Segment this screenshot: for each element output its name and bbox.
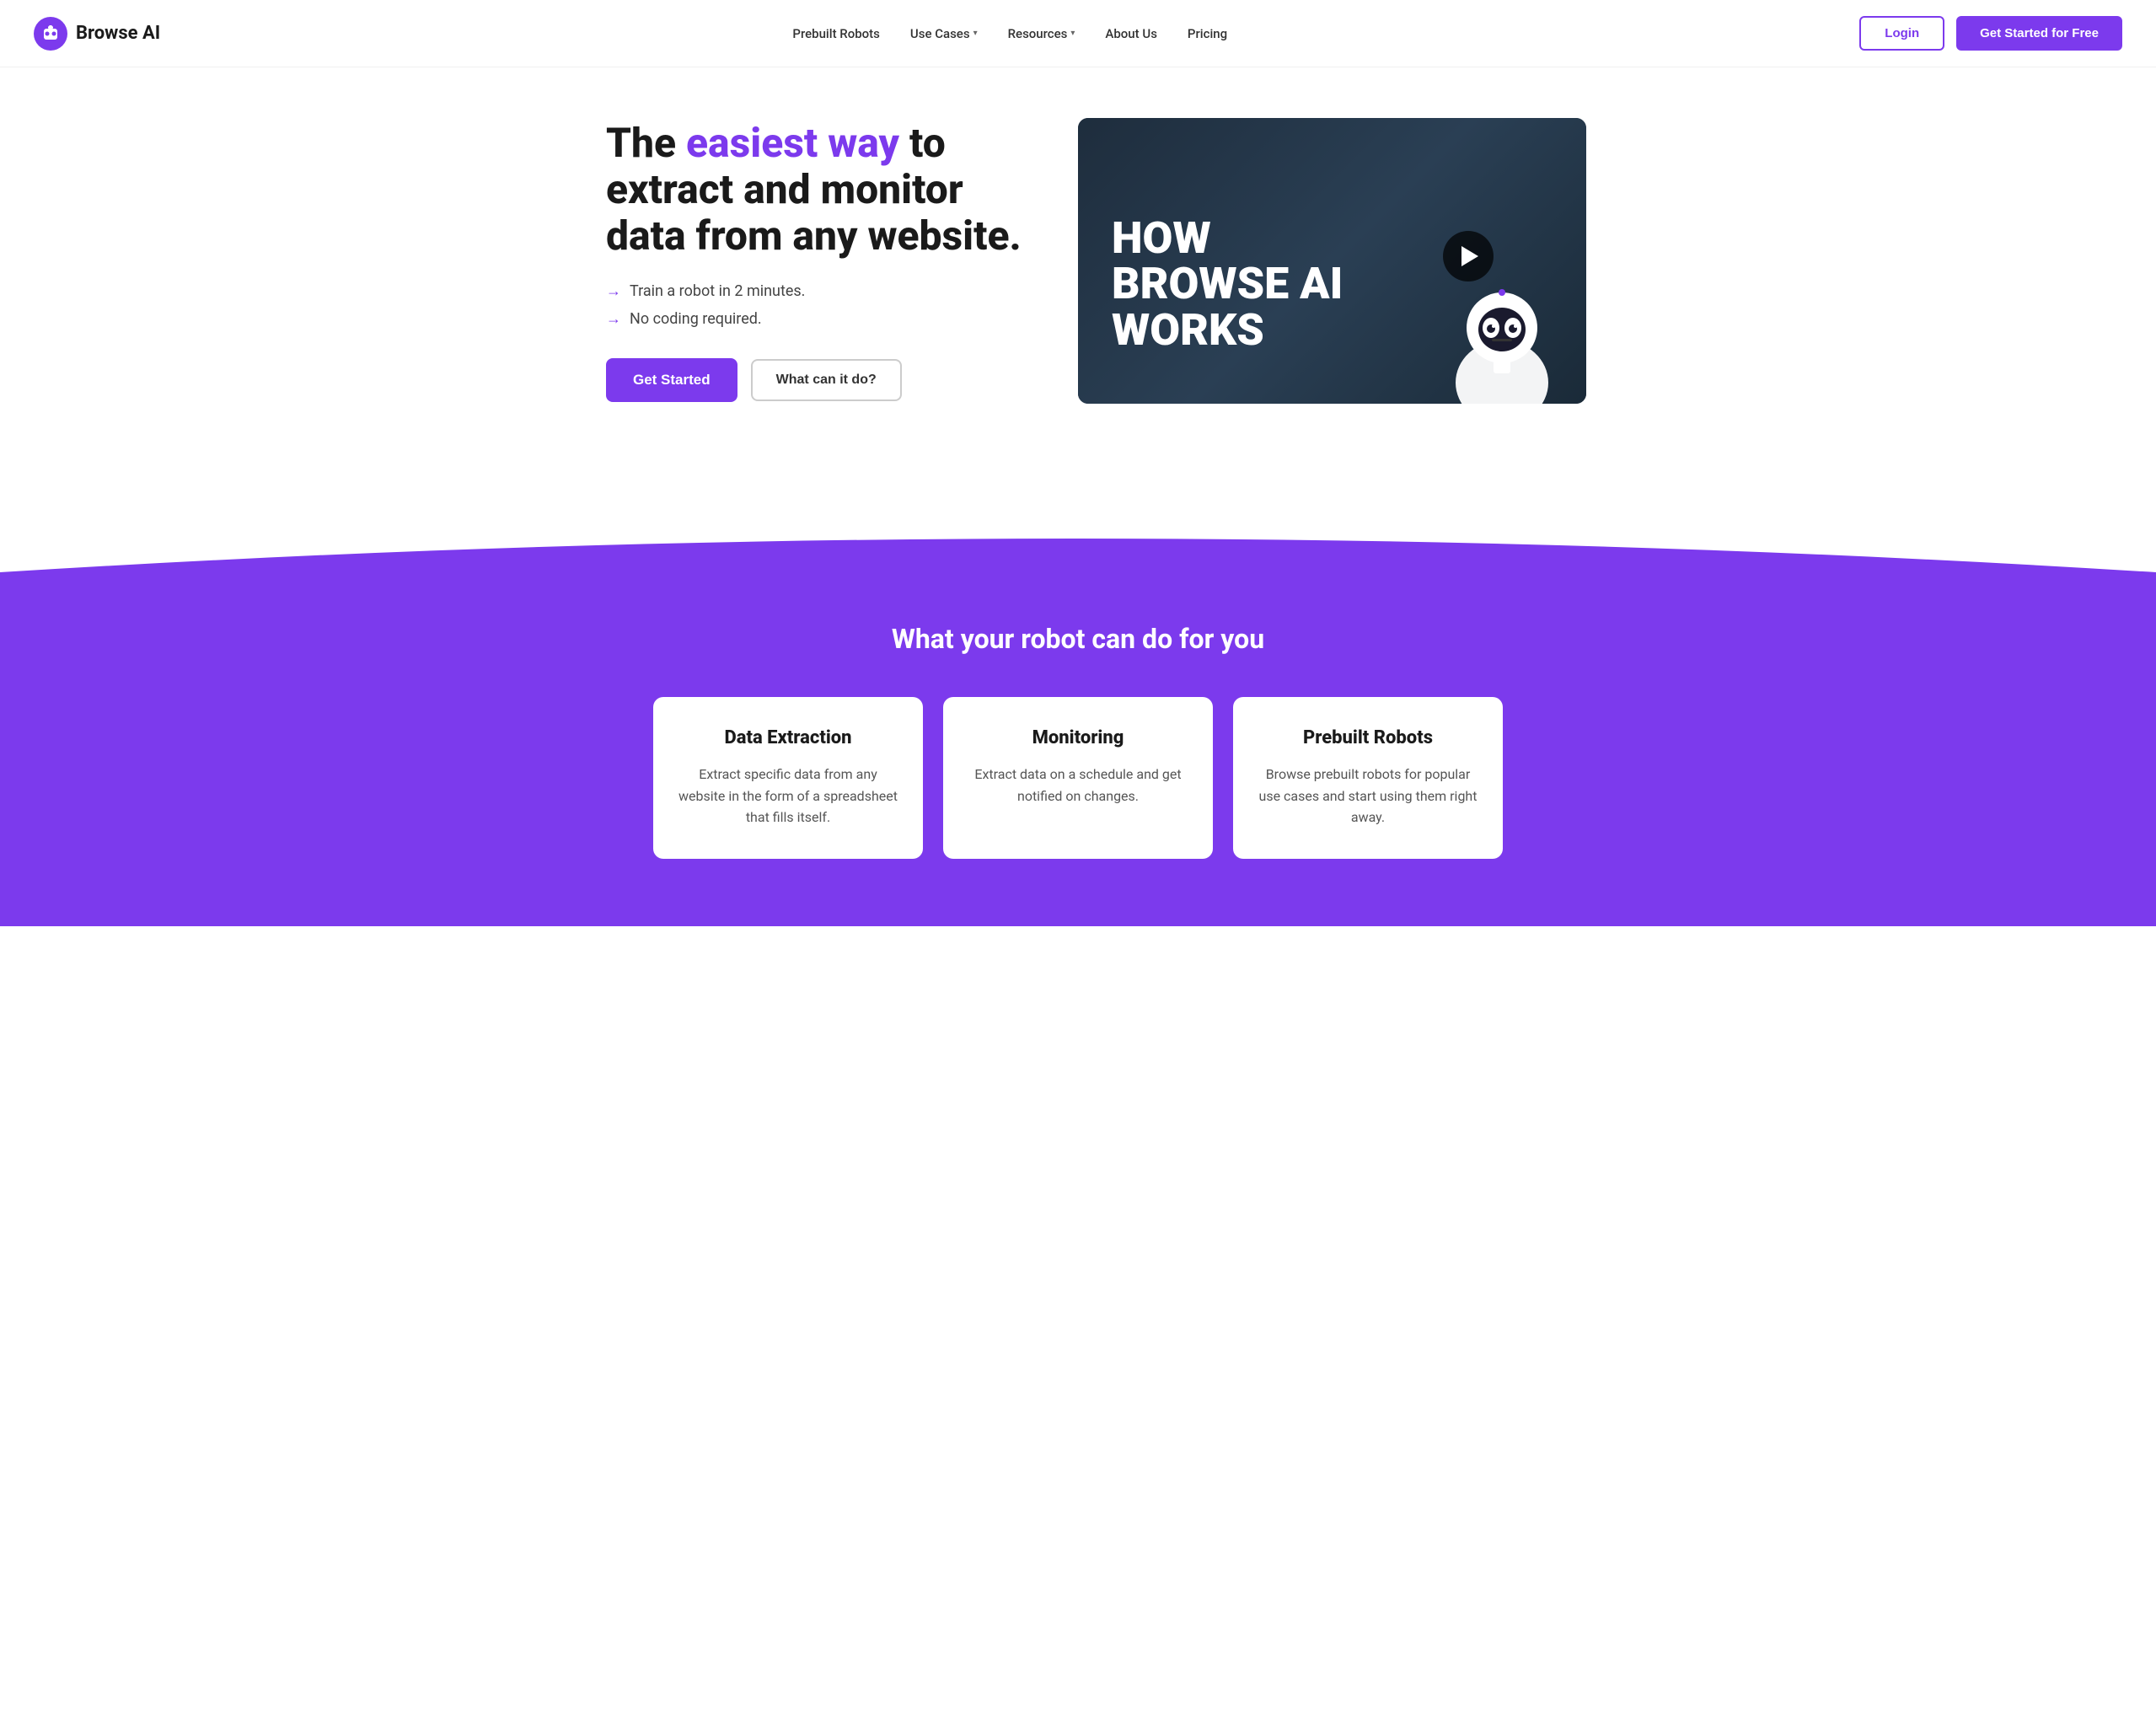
arrow-right-icon: → xyxy=(606,282,621,300)
video-container[interactable]: HOW BROWSE AI WORKS xyxy=(1078,118,1586,404)
hero-title-highlight: easiest way xyxy=(686,119,899,167)
nav-links: Prebuilt Robots Use Cases ▾ Resources ▾ … xyxy=(792,26,1227,41)
nav-link-pricing[interactable]: Pricing xyxy=(1188,26,1227,41)
card-monitoring: Monitoring Extract data on a schedule an… xyxy=(943,697,1213,859)
navbar: Browse AI Prebuilt Robots Use Cases ▾ Re… xyxy=(0,0,2156,67)
nav-link-resources[interactable]: Resources ▾ xyxy=(1008,26,1075,41)
purple-content: What your robot can do for you Data Extr… xyxy=(0,572,2156,926)
card-desc-data-extraction: Extract specific data from any website i… xyxy=(677,764,899,828)
browse-ai-logo-icon xyxy=(34,17,67,51)
get-started-nav-button[interactable]: Get Started for Free xyxy=(1956,16,2122,51)
nav-link-about-us[interactable]: About Us xyxy=(1105,26,1157,41)
nav-link-prebuilt-robots[interactable]: Prebuilt Robots xyxy=(792,26,880,41)
robot-mascot-svg xyxy=(1435,252,1569,404)
chevron-down-icon: ▾ xyxy=(1070,29,1075,38)
hero-features: → Train a robot in 2 minutes. → No codin… xyxy=(606,282,1044,328)
hero-title: The easiest way to extract and monitor d… xyxy=(606,120,1044,260)
nav-item-prebuilt-robots[interactable]: Prebuilt Robots xyxy=(792,26,880,41)
hero-feature-1: → Train a robot in 2 minutes. xyxy=(606,282,1044,300)
hero-content: The easiest way to extract and monitor d… xyxy=(606,120,1044,403)
get-started-button[interactable]: Get Started xyxy=(606,358,737,402)
login-button[interactable]: Login xyxy=(1859,16,1944,51)
card-desc-monitoring: Extract data on a schedule and get notif… xyxy=(967,764,1189,807)
card-prebuilt-robots: Prebuilt Robots Browse prebuilt robots f… xyxy=(1233,697,1503,859)
logo[interactable]: Browse AI xyxy=(34,17,160,51)
nav-actions: Login Get Started for Free xyxy=(1859,16,2122,51)
nav-item-use-cases[interactable]: Use Cases ▾ xyxy=(910,26,978,41)
purple-section: What your robot can do for you Data Extr… xyxy=(0,505,2156,926)
curve-top xyxy=(0,505,2156,572)
card-title-prebuilt-robots: Prebuilt Robots xyxy=(1257,727,1479,748)
card-title-monitoring: Monitoring xyxy=(967,727,1189,748)
card-title-data-extraction: Data Extraction xyxy=(677,727,899,748)
nav-item-pricing[interactable]: Pricing xyxy=(1188,26,1227,41)
hero-feature-2: → No coding required. xyxy=(606,310,1044,328)
brand-name: Browse AI xyxy=(76,23,160,44)
nav-link-use-cases[interactable]: Use Cases ▾ xyxy=(910,26,978,41)
what-can-it-do-button[interactable]: What can it do? xyxy=(751,359,902,401)
hero-section: The easiest way to extract and monitor d… xyxy=(539,67,1617,471)
card-desc-prebuilt-robots: Browse prebuilt robots for popular use c… xyxy=(1257,764,1479,828)
section-title: What your robot can do for you xyxy=(34,623,2122,655)
video-title-text: HOW BROWSE AI WORKS xyxy=(1112,216,1343,354)
nav-item-resources[interactable]: Resources ▾ xyxy=(1008,26,1075,41)
card-data-extraction: Data Extraction Extract specific data fr… xyxy=(653,697,923,859)
nav-item-about-us[interactable]: About Us xyxy=(1105,26,1157,41)
robot-mascot xyxy=(1435,252,1569,404)
chevron-down-icon: ▾ xyxy=(973,29,978,38)
hero-title-part1: The xyxy=(606,119,686,167)
arrow-right-icon: → xyxy=(606,310,621,328)
hero-buttons: Get Started What can it do? xyxy=(606,358,1044,402)
hero-video: HOW BROWSE AI WORKS xyxy=(1078,118,1586,404)
cards-grid: Data Extraction Extract specific data fr… xyxy=(614,697,1542,859)
